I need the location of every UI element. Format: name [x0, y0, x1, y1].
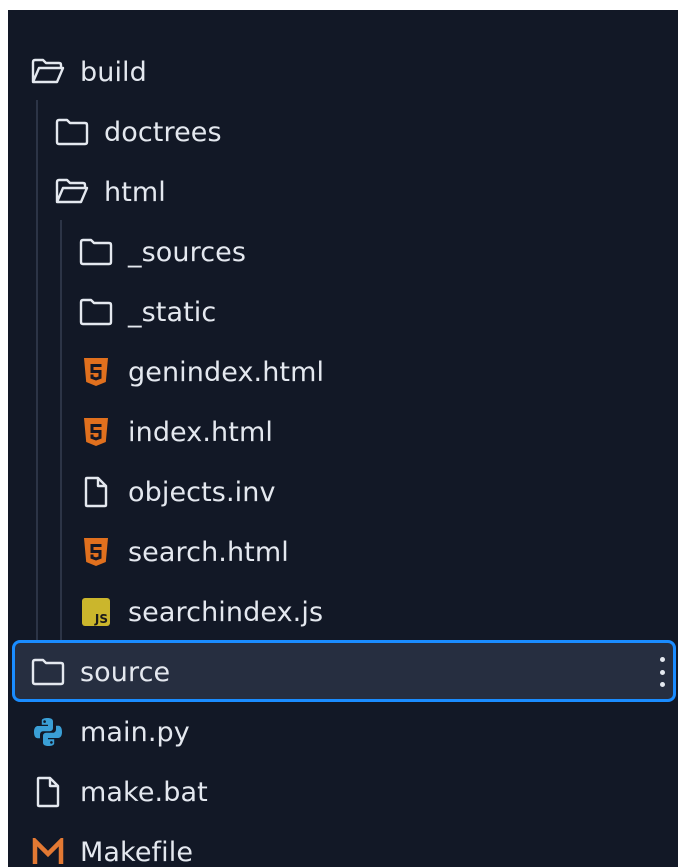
tree-item-label: build	[80, 56, 147, 88]
tree-item-sources[interactable]: _sources	[8, 222, 678, 282]
tree-item-genindex-html[interactable]: genindex.html	[8, 342, 678, 402]
file-icon	[78, 474, 114, 510]
tree-item-label: doctrees	[104, 116, 222, 148]
tree-item-index-html[interactable]: index.html	[8, 402, 678, 462]
tree-item-label: _static	[128, 296, 217, 328]
tree-item-make-bat[interactable]: make.bat	[8, 762, 678, 822]
tree-item-html[interactable]: html	[8, 162, 678, 222]
tree-item-label: _sources	[128, 236, 247, 268]
tree-item-search-html[interactable]: search.html	[8, 522, 678, 582]
file-explorer: build doctrees html _sources _static gen…	[8, 10, 678, 867]
tree-item-label: Makefile	[80, 836, 194, 867]
folder-icon	[30, 654, 66, 690]
tree-item-label: genindex.html	[128, 356, 325, 388]
tree-item-label: make.bat	[80, 776, 208, 808]
folder-icon	[54, 114, 90, 150]
tree-item-doctrees[interactable]: doctrees	[8, 102, 678, 162]
folder-open-icon	[54, 174, 90, 210]
tree-item-main-py[interactable]: main.py	[8, 702, 678, 762]
tree-item-label: objects.inv	[128, 476, 276, 508]
file-icon	[30, 774, 66, 810]
js-badge-text: JS	[94, 612, 108, 626]
folder-icon	[78, 294, 114, 330]
html5-icon	[78, 534, 114, 570]
tree-item-label: searchindex.js	[128, 596, 324, 628]
tree-item-source[interactable]: source	[8, 642, 678, 702]
tree-item-searchindex-js[interactable]: JS searchindex.js	[8, 582, 678, 642]
python-icon	[30, 714, 66, 750]
tree-item-label: index.html	[128, 416, 273, 448]
tree-item-label: search.html	[128, 536, 289, 568]
folder-open-icon	[30, 54, 66, 90]
tree-item-makefile[interactable]: Makefile	[8, 822, 678, 867]
tree-item-build[interactable]: build	[8, 42, 678, 102]
js-icon: JS	[78, 594, 114, 630]
html5-icon	[78, 414, 114, 450]
tree-item-static[interactable]: _static	[8, 282, 678, 342]
html5-icon	[78, 354, 114, 390]
tree-item-label: html	[104, 176, 166, 208]
tree-item-label: source	[80, 656, 171, 688]
folder-icon	[78, 234, 114, 270]
tree-item-objects-inv[interactable]: objects.inv	[8, 462, 678, 522]
makefile-icon	[30, 834, 66, 867]
tree-item-label: main.py	[80, 716, 190, 748]
